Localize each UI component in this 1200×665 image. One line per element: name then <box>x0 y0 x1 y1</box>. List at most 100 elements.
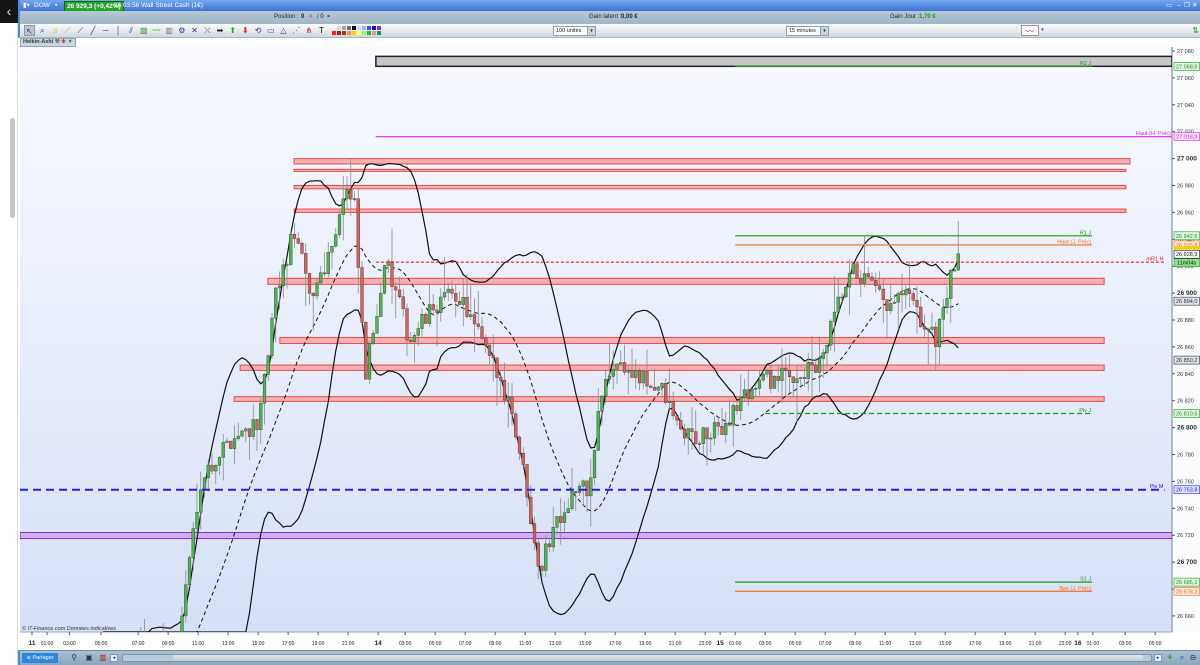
wave-icon[interactable]: 〰 <box>151 25 162 36</box>
candle-down <box>720 426 724 435</box>
color-swatch[interactable] <box>352 31 356 35</box>
fan-icon[interactable]: ⋰ <box>291 25 302 36</box>
horizontal-line-icon[interactable]: ─ <box>100 25 111 36</box>
zoom-fit-icon[interactable]: ⌕ <box>1177 653 1187 663</box>
candle-down <box>521 453 525 465</box>
color-swatch[interactable] <box>342 31 346 35</box>
remove-indicator-icon[interactable]: ✚ <box>61 39 66 45</box>
indicator-tag[interactable]: Heikin-Ashi ⚒ ✚ ▼ <box>20 38 76 47</box>
candle-up <box>754 388 758 390</box>
color-swatch[interactable] <box>367 31 371 35</box>
color-swatch[interactable] <box>367 26 371 30</box>
fibonacci-icon[interactable]: ▧ <box>138 25 149 36</box>
y-tick-label: 27 080 <box>1177 49 1194 55</box>
candle-up <box>765 369 769 375</box>
instrument-icon[interactable]: ▮▾ <box>23 0 30 11</box>
settings-icon[interactable]: ⚙ <box>176 25 187 36</box>
segment-icon[interactable]: ⟋ <box>75 25 86 36</box>
zoom-icon[interactable]: ⌕ <box>37 25 48 36</box>
line-icon[interactable]: ╱ <box>88 25 99 36</box>
candle-up <box>941 307 945 320</box>
trash-icon[interactable]: ▥ <box>164 25 175 36</box>
color-swatch[interactable] <box>377 31 381 35</box>
color-swatch[interactable] <box>357 31 361 35</box>
pitchfork-icon[interactable]: ⋔ <box>303 25 314 36</box>
close-icon[interactable]: ✕ <box>1192 0 1197 11</box>
cross-line-icon[interactable]: ✕ <box>189 25 200 36</box>
text-icon[interactable]: T <box>316 25 327 36</box>
move-down-icon[interactable]: ▼ <box>67 39 72 45</box>
y-tick-label: 27 000 <box>1177 156 1197 163</box>
level-label: Haut (J, Préc) <box>1057 239 1091 245</box>
level-label: Piv J <box>1079 408 1091 414</box>
wrench-icon[interactable]: ⚒ <box>55 39 60 45</box>
chart-style-icon[interactable]: ⇅ <box>1190 25 1200 36</box>
x-tick-label: 13:00 <box>549 641 562 647</box>
color-swatch[interactable] <box>357 26 361 30</box>
arrow-up-icon[interactable]: ⬆ <box>227 25 238 36</box>
color-swatch[interactable] <box>347 26 351 30</box>
restore-icon[interactable]: ❐ <box>1184 0 1190 11</box>
arrow-down-icon[interactable]: ⬇ <box>240 25 251 36</box>
color-swatch[interactable] <box>372 31 376 35</box>
ruler-icon[interactable]: ⟋ <box>62 25 73 36</box>
candle-down <box>292 234 297 239</box>
chevron-down-icon[interactable]: ▾ <box>1040 25 1045 36</box>
candle-down <box>784 367 788 371</box>
axis-value-text: 26 810,5 <box>1176 411 1197 417</box>
color-swatch[interactable] <box>362 31 366 35</box>
time-scrollbar-thumb[interactable] <box>173 655 1143 661</box>
link-icon[interactable]: ⚭ <box>326 11 331 24</box>
color-swatch[interactable] <box>347 31 351 35</box>
candle-down <box>397 289 402 297</box>
scroll-right-button[interactable]: ▸ <box>1154 654 1162 662</box>
trend-cross-icon[interactable]: ⤫ <box>202 25 213 36</box>
color-swatch[interactable] <box>337 26 341 30</box>
color-swatch[interactable] <box>352 26 356 30</box>
layout-icon[interactable]: ▭ <box>1166 0 1172 11</box>
color-swatch[interactable] <box>372 26 376 30</box>
color-swatch[interactable] <box>337 31 341 35</box>
price-chart[interactable]: R2 J Haut (H. Préc) R1 J Haut (J, Préc) mR1 … <box>0 0 1200 665</box>
vertical-line-icon[interactable]: │ <box>113 25 124 36</box>
y-tick-label: 26 960 <box>1177 210 1194 216</box>
auto-scale-icon[interactable]: ⚘ <box>1165 653 1175 663</box>
arrow-right-icon[interactable]: ➡ <box>215 25 226 36</box>
color-swatch[interactable] <box>332 26 336 30</box>
close-position-icon[interactable]: ✕ <box>308 11 313 24</box>
zoom-out-icon[interactable]: ⊖ <box>1188 653 1198 663</box>
pointer-icon[interactable]: ↖ <box>24 25 35 36</box>
crosshair-icon[interactable]: ⚲ <box>69 653 79 663</box>
minimize-icon[interactable]: – <box>1177 0 1181 11</box>
screenshot-icon[interactable]: ▣ <box>84 653 94 663</box>
color-swatch[interactable] <box>362 26 366 30</box>
candle-up <box>626 370 630 373</box>
quantity-select[interactable]: 100 unités ▾ <box>553 26 596 36</box>
color-swatch[interactable] <box>342 26 346 30</box>
candle-up <box>821 352 825 359</box>
candle-up <box>780 367 784 381</box>
color-swatch[interactable] <box>332 31 336 35</box>
alert-bell-icon[interactable]: ♫ <box>49 25 60 36</box>
candle-down <box>877 285 882 290</box>
candle-down <box>637 370 642 384</box>
rectangle-icon[interactable]: ▭ <box>265 25 276 36</box>
resistance-zone <box>293 185 1127 190</box>
candle-down <box>919 306 923 328</box>
candle-up <box>202 477 207 490</box>
compare-icon[interactable]: ▥ <box>98 653 108 663</box>
info-icon[interactable]: ▪ <box>55 0 57 11</box>
candle-up <box>604 378 608 397</box>
period-select[interactable]: 15 minutes ▾ <box>786 26 829 36</box>
rectangle-rotate-icon[interactable]: ⟲ <box>253 25 264 36</box>
scroll-left-button[interactable]: ◂ <box>110 654 118 662</box>
triangle-icon[interactable]: △ <box>278 25 289 36</box>
time-scrollbar[interactable] <box>122 654 1152 662</box>
color-swatch[interactable] <box>377 26 381 30</box>
chart-type-icon[interactable]: 〰 <box>1021 25 1039 36</box>
chevron-down-icon[interactable]: ▾ <box>587 27 595 35</box>
share-button[interactable]: ⋞ Partager <box>22 653 58 663</box>
parallel-channel-icon[interactable]: ⫽ <box>126 25 137 36</box>
chevron-down-icon[interactable]: ▾ <box>820 27 828 35</box>
instrument-name[interactable]: DOW <box>34 0 50 11</box>
